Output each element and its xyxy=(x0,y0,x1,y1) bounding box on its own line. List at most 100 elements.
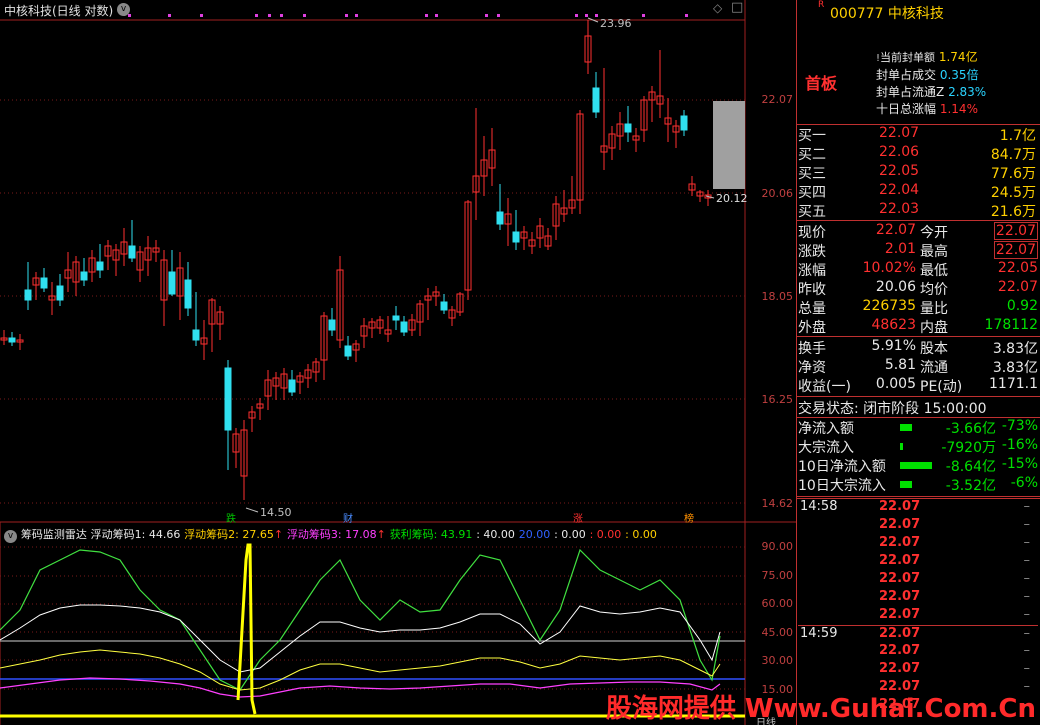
event-dot xyxy=(685,14,688,17)
price-tick-4: 16.25 xyxy=(761,393,794,406)
bid-row[interactable]: 买一 22.07 1.7亿 xyxy=(798,125,1038,144)
watermark: 股海网提供 Www.Guhai.Com.Cn xyxy=(605,694,1036,724)
tick-dash: – xyxy=(1023,553,1031,568)
fund-value-2: 3.83亿 xyxy=(992,360,1038,376)
stat-value-2: 22.07 xyxy=(997,279,1038,295)
stat-value-2: 22.05 xyxy=(997,260,1038,276)
stock-code: 000777 xyxy=(830,6,884,22)
stat-label: 涨幅 xyxy=(798,263,826,279)
tick-row[interactable]: 22.07 – xyxy=(798,589,1038,607)
stat-value: 48623 xyxy=(871,317,916,333)
stat-row: 现价 22.07 今开 22.07 xyxy=(798,222,1038,241)
tick-dash: – xyxy=(1023,643,1031,658)
event-dot xyxy=(485,14,488,17)
marker-list[interactable]: 榜 xyxy=(682,510,696,525)
marker-rise[interactable]: 涨 xyxy=(571,510,585,525)
indicator-title[interactable]: 筹码监测雷达 xyxy=(21,528,87,541)
stat-row: 昨收 20.06 均价 22.07 xyxy=(798,279,1038,298)
tick-price: 22.07 xyxy=(879,553,921,568)
flow-row: 大宗流入 -7920万 -16% xyxy=(798,437,1038,456)
tick-row[interactable]: 14:58 22.07 – xyxy=(798,499,1038,517)
series-8-label: : 0.00 xyxy=(589,528,622,541)
tick-row[interactable]: 22.07 – xyxy=(798,571,1038,589)
bid-row[interactable]: 买二 22.06 84.7万 xyxy=(798,144,1038,163)
series-7-label: : 0.00 xyxy=(554,528,586,541)
event-dot xyxy=(642,14,645,17)
seal-label: 封单占成交 xyxy=(876,68,937,82)
candle-body xyxy=(288,379,296,393)
bid-label: 买一 xyxy=(798,128,826,144)
maximize-icon[interactable]: □ xyxy=(731,0,743,15)
tick-row[interactable]: 22.07 – xyxy=(798,661,1038,679)
bid-volume: 24.5万 xyxy=(990,185,1036,201)
marker-finance[interactable]: 财 xyxy=(341,510,355,525)
event-dot xyxy=(200,14,203,17)
event-dot xyxy=(585,14,588,17)
event-dot xyxy=(128,14,131,17)
series-floating-2 xyxy=(0,649,721,691)
tick-list[interactable]: 14:58 22.07 – 22.07 – 22.07 – 22.07 – 22… xyxy=(798,499,1038,715)
series-6-label: 20.00 xyxy=(518,528,551,541)
indicator-collapse-button[interactable]: v xyxy=(4,530,17,543)
candle-body xyxy=(592,87,600,113)
event-dot xyxy=(497,14,500,17)
flow-label: 10日净流入额 xyxy=(798,459,886,475)
bid-row[interactable]: 买三 22.05 77.6万 xyxy=(798,163,1038,182)
r-flag: R xyxy=(818,0,825,10)
tick-price: 22.07 xyxy=(879,607,921,622)
stat-label: 现价 xyxy=(798,225,826,241)
indicator-header: v 筹码监测雷达 浮动筹码1: 44.66 浮动筹码2: 27.65↑ 浮动筹码… xyxy=(4,526,657,543)
candle-body xyxy=(184,279,192,309)
seal-label: 十日总涨幅 xyxy=(876,102,937,116)
chart-title[interactable]: 中核科技(日线 对数) xyxy=(4,2,113,19)
flow-bar xyxy=(900,462,932,469)
tick-dash: – xyxy=(1023,499,1031,514)
tick-row[interactable]: 22.07 – xyxy=(798,607,1038,625)
kline-chart[interactable] xyxy=(0,0,796,725)
flow-value: -7920万 xyxy=(941,440,996,456)
stat-row: 总量 226735 量比 0.92 xyxy=(798,298,1038,317)
seal-label: 当前封单额 xyxy=(880,51,936,64)
price-tick-2: 20.06 xyxy=(761,187,794,200)
stock-header[interactable]: 000777 中核科技 xyxy=(830,3,944,23)
candle-body xyxy=(496,211,504,225)
event-dot xyxy=(303,14,306,17)
fund-row: 净资 5.81 流通 3.83亿 xyxy=(798,357,1038,376)
tick-row[interactable]: 22.07 – xyxy=(798,643,1038,661)
bid-price: 22.03 xyxy=(879,201,920,217)
flow-pct: -6% xyxy=(1010,475,1038,491)
fundamentals-table: 换手 5.91% 股本 3.83亿 净资 5.81 流通 3.83亿 收益(一) 0… xyxy=(798,338,1038,395)
stat-value-2: 22.07 xyxy=(993,222,1038,240)
seal-value: 1.14% xyxy=(939,102,978,116)
stat-label: 总量 xyxy=(798,301,826,317)
price-tick-3: 18.05 xyxy=(761,290,794,303)
fund-label: 换手 xyxy=(798,341,826,357)
seal-row: 封单占成交 0.35倍 xyxy=(876,67,986,84)
fund-row: 收益(一) 0.005 PE(动) 1171.1 xyxy=(798,376,1038,395)
event-dot xyxy=(255,14,258,17)
bid-row[interactable]: 买五 22.03 21.6万 xyxy=(798,201,1038,220)
tick-row[interactable]: 22.07 – xyxy=(798,535,1038,553)
stat-label-2: 内盘 xyxy=(920,320,948,336)
stat-label-2: 最高 xyxy=(920,244,948,260)
diamond-icon[interactable]: ◇ xyxy=(713,1,722,15)
fund-label-2: PE(动) xyxy=(920,379,963,395)
candle-body xyxy=(624,123,632,133)
collapse-button[interactable]: v xyxy=(117,3,130,16)
fund-value: 5.91% xyxy=(871,338,916,354)
marker-drop[interactable]: 跌 xyxy=(224,510,238,525)
bid-row[interactable]: 买四 22.04 24.5万 xyxy=(798,182,1038,201)
ind-tick-5: 30.00 xyxy=(761,654,794,667)
ind-tick-3: 60.00 xyxy=(761,597,794,610)
bid-price: 22.04 xyxy=(879,182,920,198)
tick-row[interactable]: 22.07 – xyxy=(798,517,1038,535)
tick-row[interactable]: 14:59 22.07 – xyxy=(798,625,1038,643)
bid-price: 22.05 xyxy=(879,163,920,179)
event-dot xyxy=(575,14,578,17)
candle-body xyxy=(40,277,48,289)
tick-row[interactable]: 22.07 – xyxy=(798,553,1038,571)
fund-row: 换手 5.91% 股本 3.83亿 xyxy=(798,338,1038,357)
stat-label: 外盘 xyxy=(798,320,826,336)
seal-row: 十日总涨幅 1.14% xyxy=(876,101,986,118)
candle-body xyxy=(224,367,232,431)
